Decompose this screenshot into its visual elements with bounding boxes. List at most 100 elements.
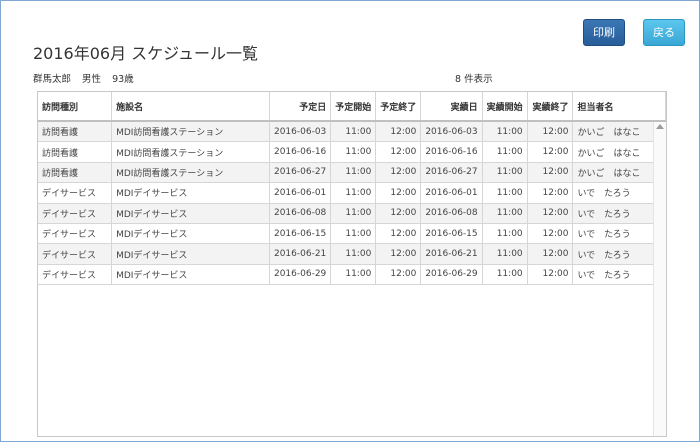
cell-actual-end: 12:00 [527, 243, 574, 265]
record-count: 8 件表示 [455, 74, 493, 85]
column-header-planned-end[interactable]: 予定終了 [375, 92, 422, 122]
column-header-planned-date[interactable]: 予定日 [269, 92, 332, 122]
cell-actual-start: 11:00 [482, 141, 528, 163]
cell-actual-end: 12:00 [527, 203, 574, 224]
table-row[interactable]: デイサービス MDIデイサービス 2016-06-01 11:00 12:00 2016-… [38, 182, 666, 204]
cell-staff: いで たろう [572, 264, 666, 286]
column-header-facility[interactable]: 施設名 [111, 92, 270, 122]
cell-facility: MDIデイサービス [111, 243, 270, 265]
cell-staff: かいご はなこ [572, 121, 666, 143]
cell-visit-type: 訪問看護 [38, 141, 113, 163]
cell-actual-start: 11:00 [482, 162, 528, 184]
cell-actual-date: 2016-06-29 [420, 264, 483, 286]
cell-facility: MDIデイサービス [111, 203, 270, 224]
vertical-scrollbar[interactable] [653, 122, 666, 436]
table-row[interactable]: 訪問看護 MDI訪問看護ステーション 2016-06-03 11:00 12:00 201… [38, 121, 666, 143]
column-header-planned-start[interactable]: 予定開始 [330, 92, 377, 122]
cell-planned-date: 2016-06-15 [269, 223, 332, 245]
cell-planned-start: 11:00 [330, 203, 377, 224]
cell-planned-end: 12:00 [375, 203, 422, 224]
column-header-actual-start[interactable]: 実績開始 [482, 92, 528, 122]
cell-planned-date: 2016-06-01 [269, 182, 332, 204]
cell-planned-date: 2016-06-03 [269, 121, 332, 143]
cell-actual-end: 12:00 [527, 162, 574, 184]
page-title: 2016年06月 スケジュール一覧 [33, 44, 259, 63]
table-row[interactable]: デイサービス MDIデイサービス 2016-06-21 11:00 12:00 2016-… [38, 243, 666, 265]
column-header-actual-end[interactable]: 実績終了 [527, 92, 574, 122]
schedule-grid: 訪問種別 施設名 予定日 予定開始 予定終了 実績日 実績開始 実績終了 担当者… [37, 91, 667, 437]
cell-actual-date: 2016-06-03 [420, 121, 483, 143]
cell-actual-date: 2016-06-21 [420, 243, 483, 265]
cell-planned-date: 2016-06-29 [269, 264, 332, 286]
table-row[interactable]: デイサービス MDIデイサービス 2016-06-29 11:00 12:00 2016-… [38, 264, 666, 286]
cell-planned-start: 11:00 [330, 182, 377, 204]
cell-actual-start: 11:00 [482, 182, 528, 204]
cell-actual-end: 12:00 [527, 141, 574, 163]
cell-planned-date: 2016-06-27 [269, 162, 332, 184]
cell-planned-end: 12:00 [375, 264, 422, 286]
cell-facility: MDIデイサービス [111, 223, 270, 245]
cell-visit-type: デイサービス [38, 203, 113, 224]
cell-planned-end: 12:00 [375, 223, 422, 245]
cell-actual-end: 12:00 [527, 223, 574, 245]
cell-visit-type: デイサービス [38, 243, 113, 265]
cell-staff: かいご はなこ [572, 162, 666, 184]
cell-facility: MDI訪問看護ステーション [111, 121, 270, 143]
cell-planned-start: 11:00 [330, 243, 377, 265]
cell-planned-date: 2016-06-16 [269, 141, 332, 163]
cell-actual-start: 11:00 [482, 203, 528, 224]
table-body: 訪問看護 MDI訪問看護ステーション 2016-06-03 11:00 12:00 201… [38, 121, 666, 286]
cell-planned-start: 11:00 [330, 223, 377, 245]
column-header-actual-date[interactable]: 実績日 [420, 92, 483, 122]
cell-actual-start: 11:00 [482, 121, 528, 143]
table-row[interactable]: 訪問看護 MDI訪問看護ステーション 2016-06-16 11:00 12:00 201… [38, 141, 666, 163]
cell-planned-end: 12:00 [375, 243, 422, 265]
cell-planned-start: 11:00 [330, 264, 377, 286]
cell-staff: いで たろう [572, 243, 666, 265]
cell-facility: MDIデイサービス [111, 264, 270, 286]
cell-actual-date: 2016-06-16 [420, 141, 483, 163]
cell-actual-end: 12:00 [527, 182, 574, 204]
cell-planned-end: 12:00 [375, 162, 422, 184]
cell-staff: かいご はなこ [572, 141, 666, 163]
cell-planned-date: 2016-06-08 [269, 203, 332, 224]
scroll-up-arrow-icon[interactable] [656, 124, 664, 129]
column-header-staff[interactable]: 担当者名 [572, 92, 666, 122]
cell-facility: MDI訪問看護ステーション [111, 141, 270, 163]
schedule-table: 訪問種別 施設名 予定日 予定開始 予定終了 実績日 実績開始 実績終了 担当者… [38, 92, 666, 286]
cell-planned-end: 12:00 [375, 121, 422, 143]
cell-actual-start: 11:00 [482, 223, 528, 245]
cell-planned-start: 11:00 [330, 121, 377, 143]
cell-actual-date: 2016-06-01 [420, 182, 483, 204]
cell-staff: いで たろう [572, 182, 666, 204]
cell-visit-type: デイサービス [38, 223, 113, 245]
cell-facility: MDI訪問看護ステーション [111, 162, 270, 184]
cell-staff: いで たろう [572, 223, 666, 245]
table-row[interactable]: デイサービス MDIデイサービス 2016-06-08 11:00 12:00 2016-… [38, 203, 666, 224]
cell-visit-type: 訪問看護 [38, 162, 113, 184]
cell-actual-start: 11:00 [482, 243, 528, 265]
cell-planned-date: 2016-06-21 [269, 243, 332, 265]
patient-gender: 男性 [82, 74, 102, 85]
cell-facility: MDIデイサービス [111, 182, 270, 204]
table-header-row: 訪問種別 施設名 予定日 予定開始 予定終了 実績日 実績開始 実績終了 担当者… [38, 92, 666, 122]
cell-visit-type: デイサービス [38, 264, 113, 286]
cell-visit-type: デイサービス [38, 182, 113, 204]
cell-planned-end: 12:00 [375, 182, 422, 204]
cell-staff: いで たろう [572, 203, 666, 224]
cell-planned-end: 12:00 [375, 141, 422, 163]
table-row[interactable]: 訪問看護 MDI訪問看護ステーション 2016-06-27 11:00 12:00 201… [38, 162, 666, 184]
cell-visit-type: 訪問看護 [38, 121, 113, 143]
table-row[interactable]: デイサービス MDIデイサービス 2016-06-15 11:00 12:00 2016-… [38, 223, 666, 245]
patient-name: 群馬太郎 [33, 74, 72, 85]
cell-planned-start: 11:00 [330, 162, 377, 184]
column-header-visit-type[interactable]: 訪問種別 [38, 92, 113, 122]
cell-planned-start: 11:00 [330, 141, 377, 163]
cell-actual-date: 2016-06-27 [420, 162, 483, 184]
back-button[interactable]: 戻る [643, 19, 685, 46]
cell-actual-end: 12:00 [527, 121, 574, 143]
print-button[interactable]: 印刷 [583, 19, 625, 46]
patient-age: 93歳 [112, 74, 134, 85]
cell-actual-date: 2016-06-15 [420, 223, 483, 245]
patient-info: 群馬太郎 男性 93歳 [33, 71, 142, 85]
